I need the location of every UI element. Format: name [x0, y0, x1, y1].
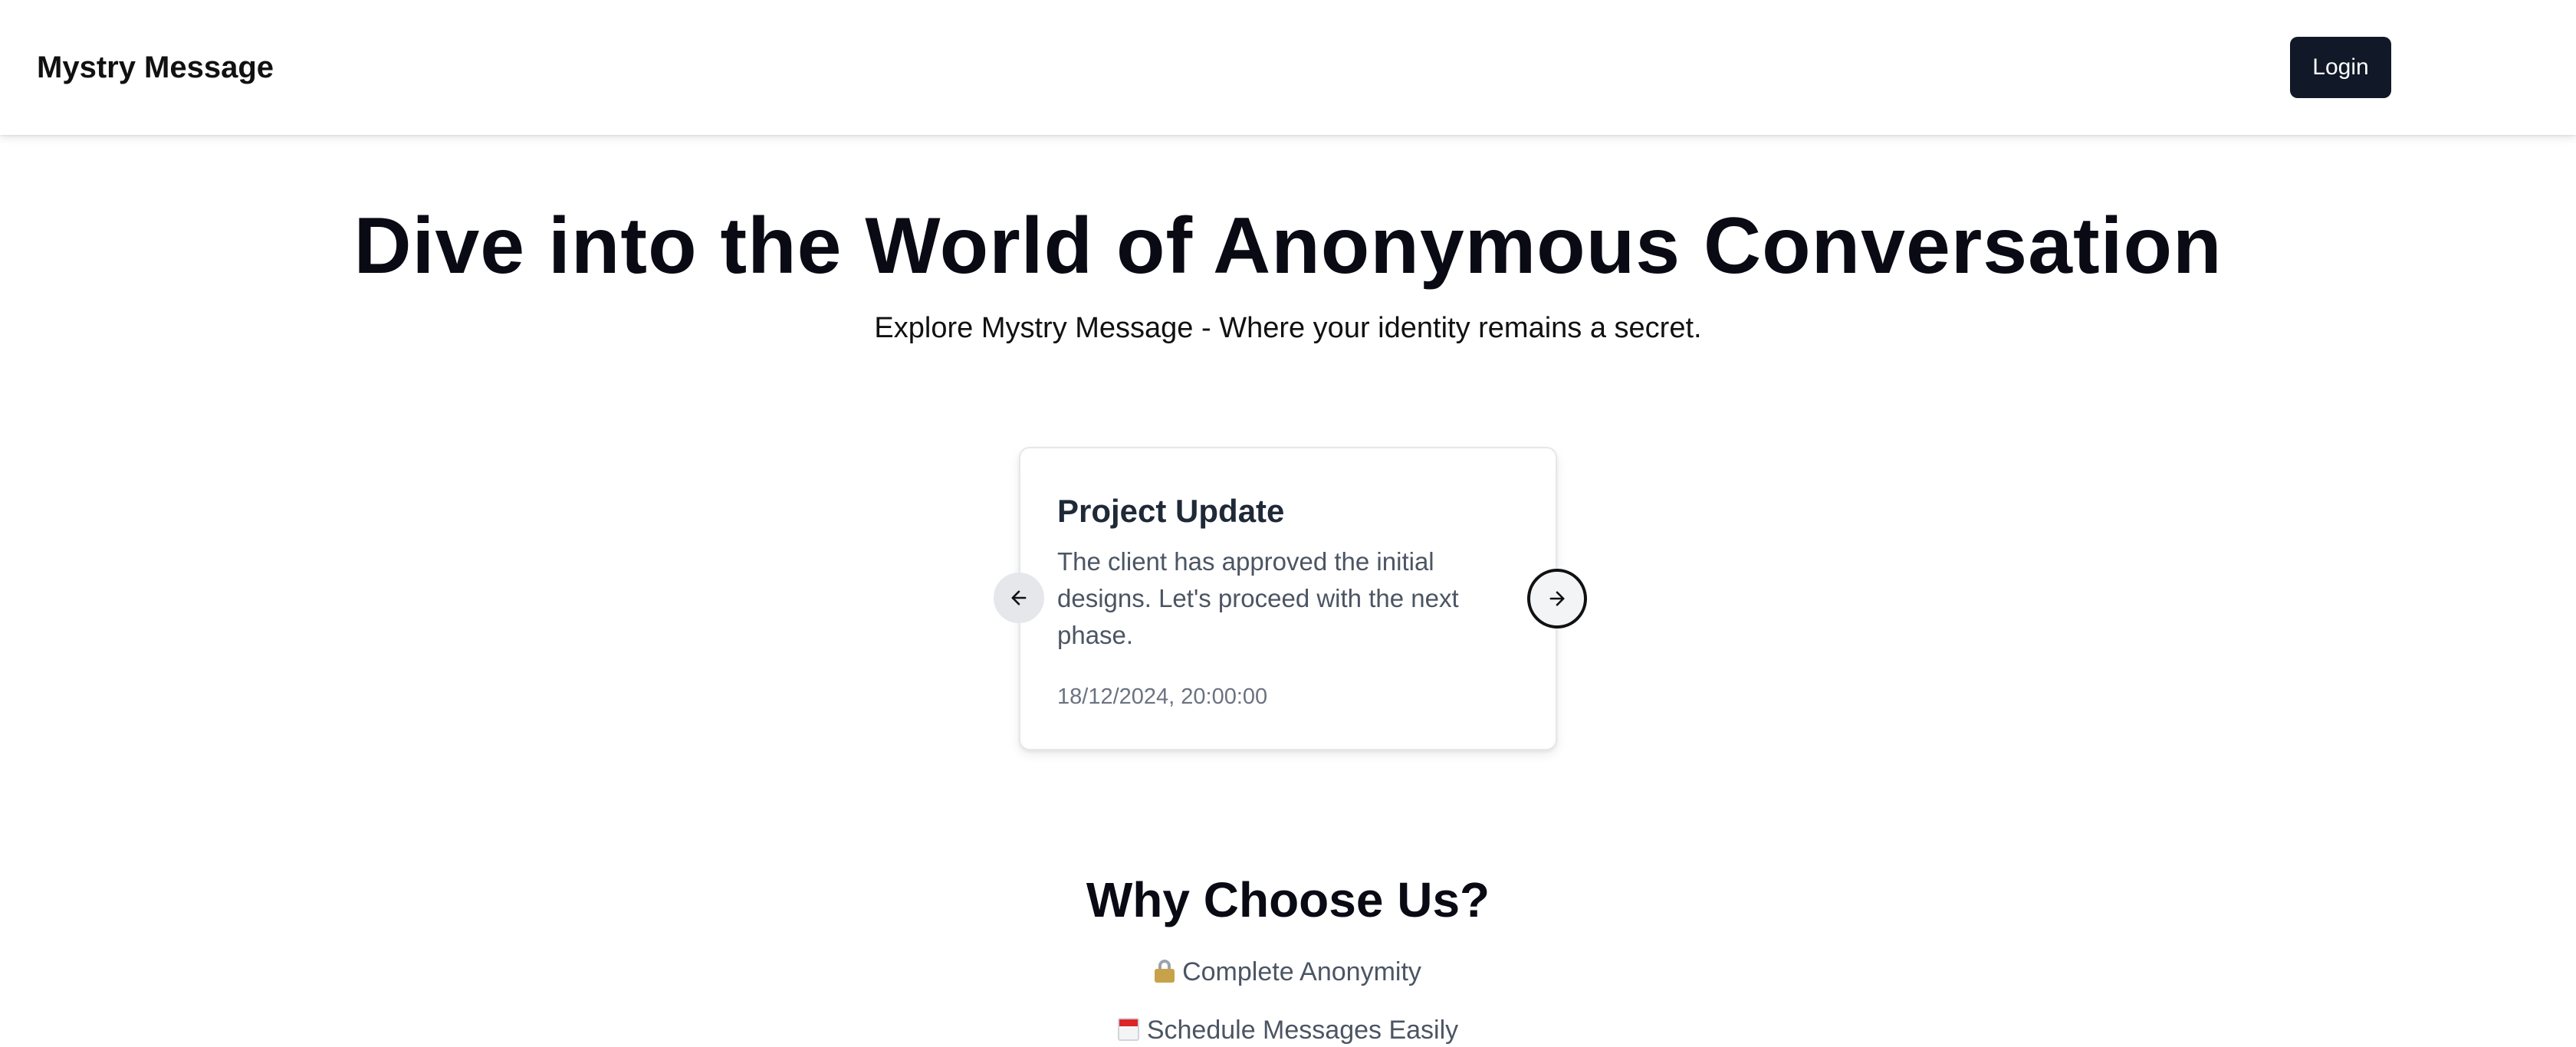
- arrow-left-icon: [1011, 590, 1027, 606]
- feature-label: Schedule Messages Easily: [1146, 1016, 1459, 1045]
- arrow-right-icon: [1549, 591, 1565, 606]
- calendar-icon: [1117, 1018, 1139, 1041]
- message-card-date: 18/12/2024, 20:00:00: [1057, 684, 1268, 709]
- brand-logo-text[interactable]: Mystry Message: [37, 48, 274, 87]
- feature-label: Complete Anonymity: [1182, 957, 1421, 986]
- navbar: Mystry Message Login: [0, 0, 2576, 135]
- why-choose-us-title: Why Choose Us?: [1086, 872, 1490, 927]
- feature-item: Schedule Messages Easily: [0, 1013, 2576, 1047]
- lock-icon: [1155, 960, 1175, 983]
- hero-title: Dive into the World of Anonymous Convers…: [353, 202, 2223, 290]
- message-card-title: Project Update: [1057, 493, 1285, 529]
- carousel-previous-button[interactable]: [994, 573, 1044, 623]
- feature-item: Complete Anonymity: [0, 955, 2576, 989]
- message-card-content: The client has approved the initial desi…: [1057, 547, 1459, 649]
- message-card: Project Update The client has approved t…: [1019, 447, 1557, 750]
- login-button[interactable]: Login: [2290, 37, 2391, 98]
- hero-subtitle: Explore Mystry Message - Where your iden…: [874, 312, 1702, 344]
- message-carousel: Project Update The client has approved t…: [994, 446, 1589, 753]
- carousel-next-button[interactable]: [1527, 569, 1587, 629]
